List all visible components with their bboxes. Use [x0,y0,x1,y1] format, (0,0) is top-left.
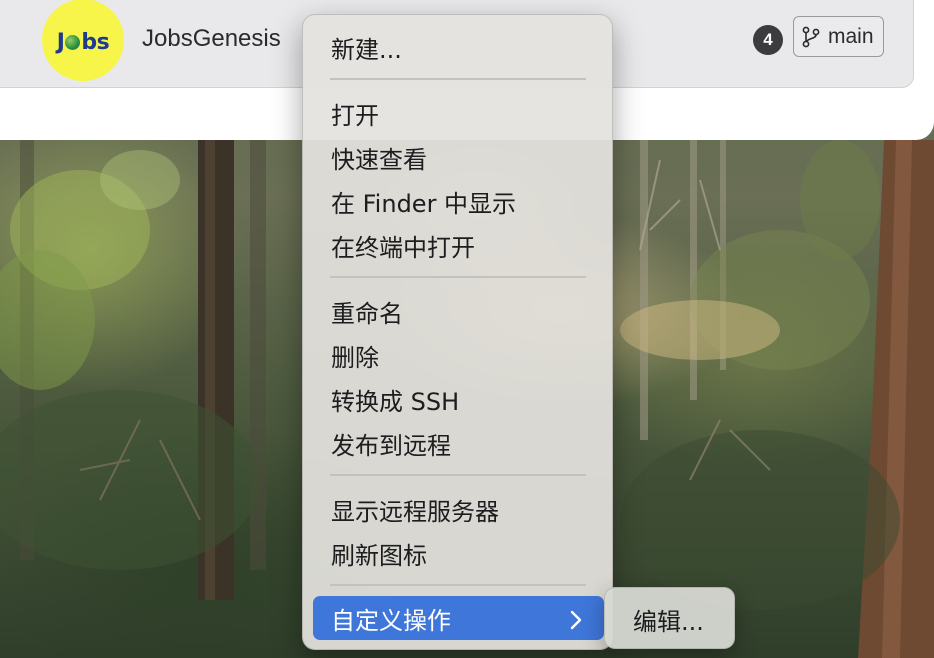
menu-item-new[interactable]: 新建... [313,27,604,67]
app-title: JobsGenesis [142,25,281,52]
menu-item-open-in-terminal[interactable]: 在终端中打开 [313,225,604,265]
menu-item-rename[interactable]: 重命名 [313,291,604,331]
menu-item-refresh-icons[interactable]: 刷新图标 [313,533,604,573]
custom-actions-submenu: 编辑... [604,587,735,649]
menu-item-custom-actions-label: 自定义操作 [331,606,451,635]
menu-item-show-in-finder[interactable]: 在 Finder 中显示 [313,181,604,221]
app-logo-text: Jbs [57,30,110,55]
menu-item-quick-look[interactable]: 快速查看 [313,137,604,177]
app-logo: Jbs [42,0,124,81]
menu-item-open[interactable]: 打开 [313,93,604,133]
branch-label: main [828,24,874,48]
branch-button[interactable]: main [793,16,884,57]
app-logo-letters: bs [81,29,110,55]
context-menu: 新建... 打开 快速查看 在 Finder 中显示 在终端中打开 重命名 删除… [302,14,613,650]
menu-separator [330,78,586,80]
menu-separator [330,276,586,278]
menu-item-publish-to-remote[interactable]: 发布到远程 [313,423,604,463]
notification-count-badge[interactable]: 4 [753,25,783,55]
chevron-right-icon [570,608,582,636]
submenu-item-edit[interactable]: 编辑... [617,600,704,638]
menu-item-custom-actions[interactable]: 自定义操作 [313,596,604,640]
menu-separator [330,584,586,586]
git-branch-icon [802,26,820,48]
menu-item-delete[interactable]: 删除 [313,335,604,375]
app-logo-letter-j: J [56,29,65,55]
menu-item-convert-to-ssh[interactable]: 转换成 SSH [313,379,604,419]
globe-icon [65,34,81,50]
menu-item-show-remote-servers[interactable]: 显示远程服务器 [313,489,604,529]
menu-separator [330,474,586,476]
